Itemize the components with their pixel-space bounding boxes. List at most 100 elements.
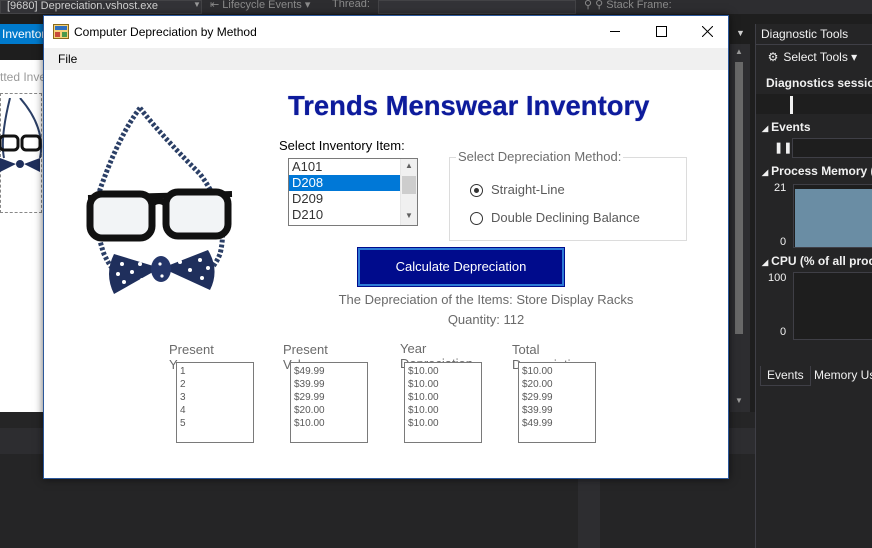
straight-line-radio[interactable]: Straight-Line [470,182,680,200]
year-depreciation-header-line1: Year [400,341,427,356]
cpu-section-header[interactable]: ◢ CPU (% of all proc [762,254,872,268]
window-titlebar[interactable]: Computer Depreciation by Method [44,16,728,48]
present-value-list[interactable]: $49.99 $39.99 $29.99 $20.00 $10.00 [290,362,368,443]
scrollbar-thumb[interactable] [402,176,416,194]
memory-chart[interactable] [793,184,872,248]
maximize-icon [656,26,667,37]
events-section-header[interactable]: ◢ Events [762,120,811,134]
list-item: $10.00 [408,418,439,429]
straight-line-label[interactable]: Straight-Line [491,182,565,197]
thread-dropdown[interactable] [378,0,576,14]
present-year-header-line1: Present [169,342,214,357]
scroll-up-icon[interactable]: ▲ [405,161,413,170]
list-item: $20.00 [522,379,553,390]
list-item: $49.99 [294,366,325,377]
events-timeline[interactable] [792,138,872,158]
total-depreciation-list[interactable]: $10.00 $20.00 $29.99 $39.99 $49.99 [518,362,596,443]
list-item-selected[interactable]: D208 [289,175,400,191]
process-dropdown[interactable]: [9680] Depreciation.vshost.exe [0,0,202,14]
depreciation-method-group: Select Depreciation Method: Straight-Lin… [449,149,687,241]
list-item: $20.00 [294,405,325,416]
scroll-down-icon[interactable]: ▼ [405,211,413,220]
process-memory-header[interactable]: ◢ Process Memory ( [762,164,872,178]
memory-usage-fill [795,189,872,247]
vs-document-tab-label: Inventor [2,27,46,41]
collapse-icon: ◢ [762,124,769,133]
events-track: ❚❚ [756,136,872,160]
cpu-section-label: CPU (% of all proc [771,254,872,268]
chevron-down-icon: ▾ [851,50,858,64]
collapse-icon: ◢ [762,258,769,267]
maximize-button[interactable] [638,16,684,47]
memory-axis-max: 21 [774,182,787,194]
form-client-area: Trends Menswear Inventory Select Invento… [44,70,728,478]
lifecycle-label: Lifecycle Events [222,0,302,11]
list-item: $10.00 [408,366,439,377]
list-item[interactable]: D209 [289,191,400,207]
list-item: $10.00 [294,418,325,429]
tab-memory-usage[interactable]: Memory Us [808,366,872,386]
list-item: $10.00 [408,405,439,416]
tab-events[interactable]: Events [760,366,811,386]
quantity-text: Quantity: 112 [447,312,525,327]
list-item: $10.00 [408,392,439,403]
vs-document-tab[interactable]: Inventor [0,24,46,44]
stack-frame-label: ⚲ ⚲ Stack Frame: [584,0,672,11]
collapse-icon: ◢ [762,168,769,177]
page-title: Trends Menswear Inventory [288,90,650,121]
cpu-axis-min: 0 [780,326,787,338]
cpu-axis-max: 100 [768,272,787,284]
list-item: 5 [180,418,186,429]
year-depreciation-list[interactable]: $10.00 $10.00 $10.00 $10.00 $10.00 [404,362,482,443]
designer-thumbnail-image [0,98,43,172]
list-item[interactable]: A101 [289,159,400,175]
list-item: 2 [180,379,186,390]
select-tools-button[interactable]: ⚙ Select Tools ▾ [766,50,858,64]
menu-file[interactable]: File [58,52,77,66]
radio-checked-icon[interactable] [470,184,483,197]
list-item: $10.00 [408,379,439,390]
panel-divider [756,44,872,45]
list-item[interactable]: D210 [289,207,400,223]
app-icon [53,24,69,39]
diagnostic-tabs: Events Memory Us [756,364,872,386]
list-item: 1 [180,366,186,377]
thread-label: Thread: [332,0,370,10]
vs-designer-surface: tted Inve [0,60,46,412]
events-section-label: Events [771,120,811,134]
calculate-depreciation-button[interactable]: Calculate Depreciation [357,247,565,287]
list-item: $29.99 [522,392,553,403]
lifecycle-events-button[interactable]: ⇤ Lifecycle Events ▾ [210,0,310,11]
window-title: Computer Depreciation by Method [74,25,257,39]
glasses-bowtie-image [86,106,233,294]
process-memory-label: Process Memory ( [771,164,872,178]
scroll-down-icon[interactable]: ▼ [735,396,743,405]
select-tools-label: Select Tools [783,50,848,64]
double-declining-label[interactable]: Double Declining Balance [491,210,640,225]
vs-panel-divider[interactable] [578,472,600,548]
scroll-up-icon[interactable]: ▲ [735,47,743,56]
diagnostics-session-label: Diagnostics session [766,76,872,90]
scrollbar-thumb[interactable] [735,62,743,334]
pause-icon[interactable]: ❚❚ [774,141,792,154]
session-timeline[interactable] [756,94,872,114]
listbox-scrollbar[interactable]: ▲ ▼ [400,159,417,225]
timeline-cursor[interactable] [790,96,793,114]
depreciation-window: Computer Depreciation by Method File Tre… [43,15,729,479]
chevron-down-icon[interactable]: ▼ [736,28,745,38]
editor-scrollbar[interactable]: ▲ ▼ [730,44,750,412]
present-year-list[interactable]: 1 2 3 4 5 [176,362,254,443]
minimize-button[interactable] [592,16,638,47]
cpu-chart[interactable] [793,272,872,340]
chevron-down-icon[interactable]: ▼ [193,0,201,9]
inventory-listbox[interactable]: A101 D208 D209 D210 ▲ ▼ [288,158,418,226]
present-value-header-line1: Present [283,342,328,357]
double-declining-radio[interactable]: Double Declining Balance [470,210,680,228]
diagnostic-tools-title: Diagnostic Tools [761,27,849,41]
list-item: $10.00 [522,366,553,377]
close-icon [702,26,713,37]
list-item: $39.99 [294,379,325,390]
close-button[interactable] [684,16,730,47]
vs-debug-toolbar: [9680] Depreciation.vshost.exe ▼ ⇤ Lifec… [0,0,872,14]
radio-unchecked-icon[interactable] [470,212,483,225]
